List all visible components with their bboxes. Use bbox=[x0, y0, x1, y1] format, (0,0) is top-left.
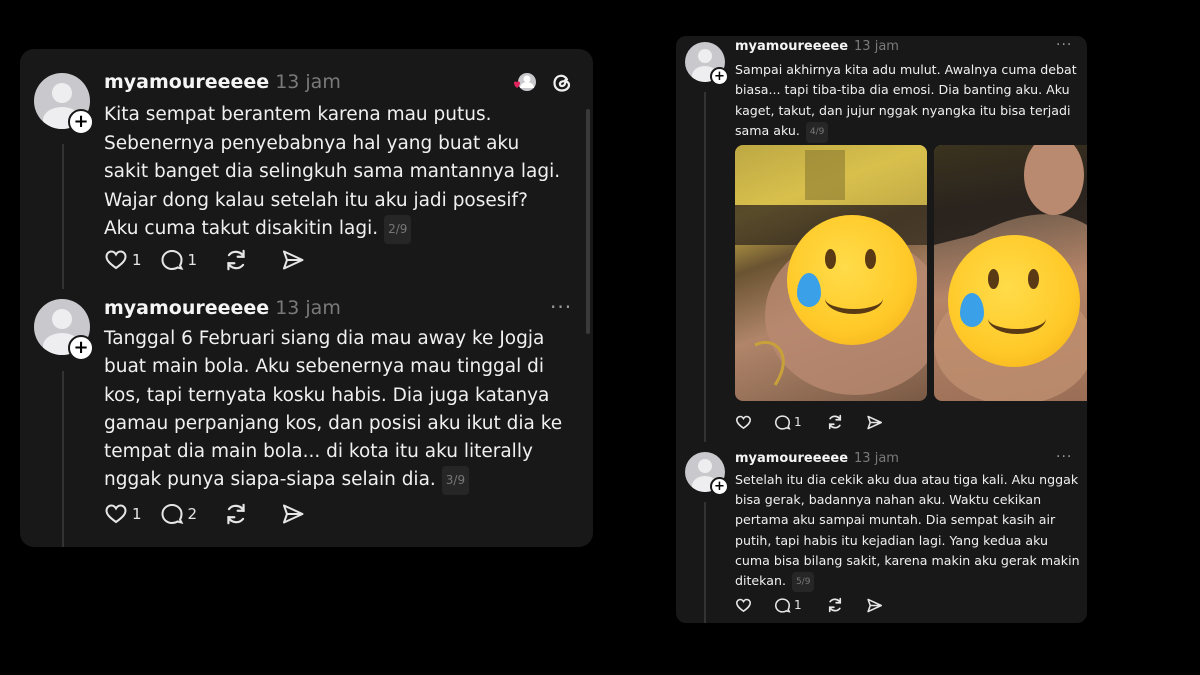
repost-icon bbox=[828, 597, 841, 613]
post-actions: 1 1 bbox=[104, 247, 305, 273]
post-meta: myamoureeeee 13 jam bbox=[735, 39, 899, 54]
heart-icon bbox=[735, 415, 752, 429]
timestamp: 13 jam bbox=[275, 297, 341, 319]
sad-emoji-sticker bbox=[948, 235, 1080, 367]
follow-plus-icon[interactable]: + bbox=[68, 109, 94, 135]
timestamp: 13 jam bbox=[275, 71, 341, 93]
post-photo[interactable] bbox=[934, 145, 1087, 401]
username[interactable]: myamoureeeee bbox=[104, 71, 269, 93]
like-button[interactable]: 1 bbox=[104, 502, 142, 526]
more-options-icon[interactable]: ··· bbox=[550, 295, 572, 319]
comment-icon bbox=[161, 503, 183, 525]
thread-line bbox=[62, 144, 64, 289]
heart-icon bbox=[105, 504, 127, 524]
thread-counter: 5/9 bbox=[791, 572, 815, 593]
username[interactable]: myamoureeeee bbox=[735, 39, 848, 54]
reply-button[interactable]: 1 bbox=[774, 414, 802, 431]
post-meta: myamoureeeee 13 jam bbox=[104, 71, 341, 93]
reply-count: 1 bbox=[187, 251, 198, 269]
thread-post: + myamoureeeee 13 jam ··· Tanggal 6 Febru… bbox=[20, 295, 593, 547]
reply-button[interactable]: 1 bbox=[160, 248, 198, 272]
post-meta: myamoureeeee 13 jam bbox=[735, 451, 899, 466]
thread-counter: 4/9 bbox=[805, 122, 829, 143]
timestamp: 13 jam bbox=[854, 451, 899, 466]
thread-line bbox=[704, 502, 706, 623]
comment-icon bbox=[774, 597, 791, 613]
share-button[interactable] bbox=[281, 502, 305, 526]
send-icon bbox=[866, 415, 882, 429]
repost-icon bbox=[227, 503, 245, 525]
like-button[interactable] bbox=[735, 597, 752, 614]
post-actions: 1 bbox=[735, 596, 883, 614]
post-actions: 1 2 bbox=[104, 501, 305, 527]
like-button[interactable] bbox=[735, 414, 752, 431]
liked-by-avatar[interactable] bbox=[512, 71, 538, 97]
repost-button[interactable] bbox=[223, 247, 249, 273]
send-icon bbox=[283, 250, 304, 270]
thread-counter: 2/9 bbox=[384, 215, 412, 244]
reply-button[interactable]: 1 bbox=[774, 597, 802, 614]
comment-icon bbox=[774, 414, 791, 430]
post-text: Sampai akhirnya kita adu mulut. Awalnya … bbox=[735, 60, 1080, 143]
thread-line bbox=[704, 92, 706, 442]
thread-post: + myamoureeeee 13 jam ··· Setelah itu dia… bbox=[676, 449, 1087, 623]
heart-icon bbox=[735, 598, 752, 612]
username[interactable]: myamoureeeee bbox=[735, 451, 848, 466]
thread-post: + myamoureeeee 13 jam ··· Sampai akhirnya… bbox=[676, 36, 1087, 442]
reply-count: 2 bbox=[187, 505, 198, 523]
like-count: 1 bbox=[132, 251, 142, 269]
heart-icon bbox=[105, 250, 127, 270]
more-options-icon[interactable]: ··· bbox=[1056, 37, 1072, 53]
repost-icon bbox=[828, 414, 841, 430]
reply-count: 1 bbox=[794, 415, 802, 429]
follow-plus-icon[interactable]: + bbox=[68, 335, 94, 361]
like-button[interactable]: 1 bbox=[104, 248, 142, 272]
reply-count: 1 bbox=[794, 598, 802, 612]
sad-emoji-sticker bbox=[787, 215, 917, 345]
repost-button[interactable] bbox=[223, 501, 249, 527]
send-icon bbox=[866, 598, 882, 612]
follow-plus-icon[interactable]: + bbox=[710, 67, 729, 86]
post-meta: myamoureeeee 13 jam bbox=[104, 297, 341, 319]
send-icon bbox=[283, 504, 304, 524]
post-text: Kita sempat berantem karena mau putus. S… bbox=[104, 101, 564, 244]
share-button[interactable] bbox=[866, 597, 883, 614]
reply-button[interactable]: 2 bbox=[160, 502, 198, 526]
thread-line bbox=[62, 371, 64, 547]
share-button[interactable] bbox=[281, 248, 305, 272]
threads-logo-icon[interactable] bbox=[550, 71, 574, 95]
thread-post: + myamoureeeee 13 jam Kita sempat berante… bbox=[20, 49, 593, 299]
follow-plus-icon[interactable]: + bbox=[710, 477, 729, 496]
post-text: Setelah itu dia cekik aku dua atau tiga … bbox=[735, 470, 1080, 593]
more-options-icon[interactable]: ··· bbox=[1056, 449, 1072, 465]
repost-icon bbox=[227, 249, 245, 271]
post-text: Tanggal 6 Februari siang dia mau away ke… bbox=[104, 325, 579, 495]
comment-icon bbox=[161, 249, 183, 271]
share-button[interactable] bbox=[866, 414, 883, 431]
like-count: 1 bbox=[132, 505, 142, 523]
repost-button[interactable] bbox=[826, 596, 844, 614]
timestamp: 13 jam bbox=[854, 39, 899, 54]
repost-button[interactable] bbox=[826, 413, 844, 431]
thread-counter: 3/9 bbox=[441, 466, 470, 495]
left-thread-card: + myamoureeeee 13 jam Kita sempat berante… bbox=[20, 49, 593, 547]
username[interactable]: myamoureeeee bbox=[104, 297, 269, 319]
right-thread-card: + myamoureeeee 13 jam ··· Sampai akhirnya… bbox=[676, 36, 1087, 623]
post-actions: 1 bbox=[735, 413, 883, 431]
post-photo[interactable] bbox=[735, 145, 927, 401]
